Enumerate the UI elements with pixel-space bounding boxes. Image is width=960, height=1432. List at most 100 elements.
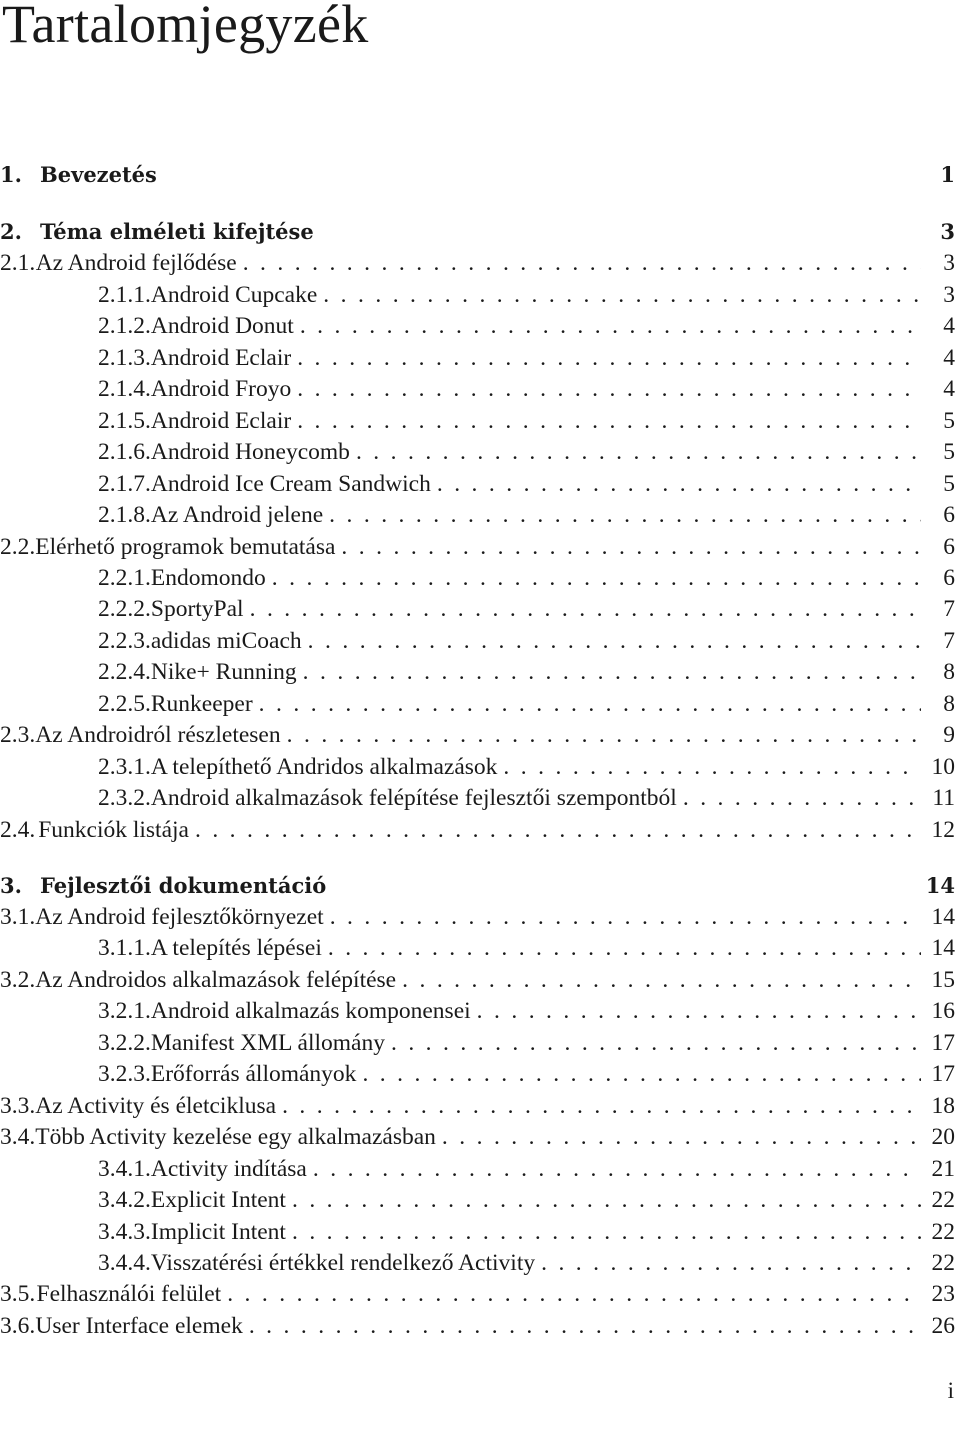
- toc-entry[interactable]: 2.2.1.Endomondo 6: [0, 563, 955, 593]
- toc-entry-title: Az Androidról részletesen: [35, 722, 281, 749]
- dot-leader: [297, 406, 921, 436]
- toc-entry-title: Activity indítása: [150, 1155, 307, 1182]
- toc-entry[interactable]: 2.2.5.Runkeeper 8: [0, 689, 955, 719]
- toc-entry-title: Több Activity kezelése egy alkalmazásban: [35, 1124, 436, 1151]
- toc-entry-number: 3.3.: [0, 1092, 36, 1119]
- toc-entry[interactable]: 2.1.6.Android Honeycomb 5: [0, 437, 955, 467]
- toc-entry[interactable]: 3.4.3.Implicit Intent 22: [0, 1217, 955, 1247]
- toc-entry-page: 16: [931, 998, 956, 1025]
- toc-entry[interactable]: 2.1.1.Android Cupcake 3: [0, 280, 955, 310]
- toc-entry-number: 2.2.3.: [98, 627, 151, 654]
- toc-entry-number: 2.1.4.: [98, 376, 151, 403]
- toc-entry[interactable]: 3.2.2.Manifest XML állomány 17: [0, 1028, 955, 1058]
- toc-entry[interactable]: 3.4.2.Explicit Intent 22: [0, 1185, 955, 1215]
- toc-entry-number: 2.1.3.: [98, 344, 151, 371]
- toc-entry-page: 12: [931, 816, 956, 843]
- dot-leader: [328, 933, 921, 963]
- toc-entry[interactable]: 3.4.4. Visszatérési értékkel rendelkező A…: [0, 1248, 955, 1278]
- toc-entry[interactable]: 3.2.3.Erőforrás állományok 17: [0, 1059, 955, 1089]
- toc-entry-page: 3: [943, 281, 955, 308]
- toc-chapter-entry[interactable]: 2. Téma elméleti kifejtése 3: [0, 217, 955, 247]
- toc-entry-page: 22: [931, 1218, 956, 1245]
- toc-entry-number: 3.4.3.: [98, 1218, 151, 1245]
- toc-entry[interactable]: 2.1.2.Android Donut 4: [0, 311, 955, 341]
- toc-chapter-entry[interactable]: 3. Fejlesztői dokumentáció 14: [0, 871, 955, 901]
- toc-entry-page: 22: [931, 1187, 956, 1214]
- toc-entry[interactable]: 2.1.8.Az Android jelene 6: [0, 500, 955, 530]
- toc-entry[interactable]: 2.1.5.Android Eclair 5: [0, 406, 955, 436]
- toc-entry-title: Endomondo: [150, 564, 266, 591]
- toc-entry[interactable]: 2.2.Elérhető programok bemutatása 6: [0, 532, 955, 562]
- toc-entry-page: 22: [931, 1249, 956, 1276]
- dot-leader: [329, 500, 921, 530]
- toc-entry[interactable]: 3.4. Több Activity kezelése egy alkalmazá…: [0, 1122, 955, 1152]
- toc-entry-page: 10: [931, 753, 956, 780]
- toc-entry[interactable]: 2.2.4.Nike+ Running 8: [0, 657, 955, 687]
- dot-leader: [300, 311, 921, 341]
- toc-entry-page: 23: [931, 1281, 956, 1308]
- toc-entry-number: 3.4.1.: [98, 1155, 151, 1182]
- toc-entry-title: A telepíthető Andridos alkalmazások: [150, 753, 498, 780]
- dot-leader: [477, 996, 921, 1026]
- toc-entry[interactable]: 2.3.2. Android alkalmazások felépítése fe…: [0, 783, 955, 813]
- toc-entry-title: Az Activity és életciklusa: [35, 1092, 277, 1119]
- toc-entry-number: 2.3.1.: [98, 753, 151, 780]
- toc-entry-number: 2.1.2.: [98, 313, 151, 340]
- toc-entry[interactable]: 2.3.1. A telepíthető Andridos alkalmazáso…: [0, 752, 955, 782]
- toc-entry-title: A telepítés lépései: [150, 935, 322, 962]
- dot-leader: [308, 626, 921, 656]
- toc-entry[interactable]: 2.1.Az Android fejlődése 3: [0, 248, 955, 278]
- toc-entry-page: 7: [943, 627, 955, 654]
- toc-entry-page: 18: [931, 1092, 956, 1119]
- toc-entry[interactable]: 2.3.Az Androidról részletesen 9: [0, 720, 955, 750]
- toc-entry[interactable]: 2.2.2.SportyPal 7: [0, 594, 955, 624]
- toc-entry-number: 2.1.5.: [98, 407, 151, 434]
- toc-entry-title: Android Donut: [150, 313, 294, 340]
- toc-entry-page: 17: [931, 1061, 956, 1088]
- toc-entry-page: 26: [931, 1312, 956, 1339]
- toc-entry-number: 2.4.: [0, 816, 36, 843]
- toc-entry[interactable]: 3.1.Az Android fejlesztőkörnyezet 14: [0, 902, 955, 932]
- toc-entry-title: Funkciók listája: [38, 816, 189, 843]
- toc-entry-page: 3: [940, 219, 955, 244]
- toc-entry-title: Android alkalmazások felépítése fejleszt…: [150, 785, 677, 812]
- toc-entry-title: Az Android fejlődése: [35, 250, 237, 277]
- toc-chapter-entry[interactable]: 1. Bevezetés 1: [0, 160, 955, 190]
- toc-entry[interactable]: 3.6.User Interface elemek 26: [0, 1311, 955, 1341]
- toc-entry[interactable]: 3.5.Felhasználói felület 23: [0, 1279, 955, 1309]
- toc-entry-page: 1: [940, 162, 955, 187]
- toc-entry[interactable]: 2.2.3.adidas miCoach 7: [0, 626, 955, 656]
- toc-entry-number: 3.1.1.: [98, 935, 151, 962]
- toc-entry[interactable]: 3.2. Az Androidos alkalmazások felépítése…: [0, 965, 955, 995]
- toc-entry-page: 4: [943, 344, 955, 371]
- toc-entry-page: 3: [943, 250, 955, 277]
- toc-entry-title: Az Androidos alkalmazások felépítése: [35, 966, 397, 993]
- toc-entry[interactable]: 2.4.Funkciók listája 12: [0, 815, 955, 845]
- dot-leader: [287, 720, 921, 750]
- toc-entry-page: 14: [931, 935, 956, 962]
- toc-entry-number: 2.2.5.: [98, 690, 151, 717]
- toc-entry-title: Android Honeycomb: [150, 439, 350, 466]
- dot-leader: [437, 469, 921, 499]
- toc-entry-title: Explicit Intent: [150, 1187, 286, 1214]
- toc-entry-number: 3.2.3.: [98, 1061, 151, 1088]
- toc-entry-title: Az Android fejlesztőkörnyezet: [35, 904, 324, 930]
- toc-entry-number: 3.5.: [0, 1281, 36, 1308]
- toc-entry-page: 6: [943, 564, 955, 591]
- toc-entry-page: 7: [943, 596, 955, 623]
- toc-entry-page: 9: [943, 722, 955, 749]
- dot-leader: [362, 1059, 921, 1089]
- toc-entry-number: 2.: [0, 219, 22, 244]
- toc-entry[interactable]: 2.1.4.Android Froyo 4: [0, 374, 955, 404]
- toc-entry-page: 5: [943, 439, 955, 466]
- dot-leader: [503, 752, 921, 782]
- dot-leader: [297, 343, 921, 373]
- toc-entry[interactable]: 2.1.7.Android Ice Cream Sandwich 5: [0, 469, 955, 499]
- dot-leader: [323, 280, 921, 310]
- toc-entry[interactable]: 3.2.1.Android alkalmazás komponensei 16: [0, 996, 955, 1026]
- toc-entry[interactable]: 3.1.1.A telepítés lépései 14: [0, 933, 955, 963]
- toc-entry-number: 2.1.8.: [98, 502, 151, 529]
- toc-entry[interactable]: 3.4.1.Activity indítása 21: [0, 1154, 955, 1184]
- toc-entry[interactable]: 2.1.3.Android Eclair 4: [0, 343, 955, 373]
- toc-entry[interactable]: 3.3.Az Activity és életciklusa 18: [0, 1091, 955, 1121]
